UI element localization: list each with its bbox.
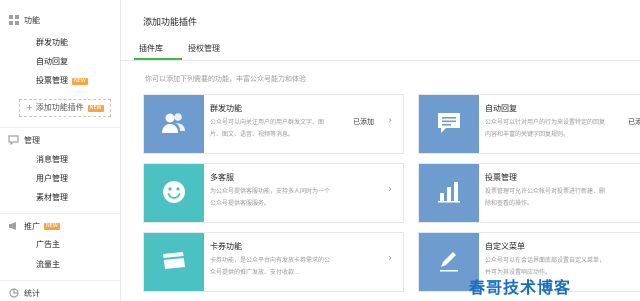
new-badge: NEW <box>44 222 60 230</box>
sidebar-section-management: 管理 <box>8 133 40 147</box>
tab-authorization[interactable]: 授权管理 <box>188 43 220 54</box>
card-icon <box>161 251 187 273</box>
tab-bar: 插件库 授权管理 <box>121 38 640 61</box>
active-tab-indicator <box>134 58 182 60</box>
sidebar-section-statistics: 统计 <box>8 286 40 300</box>
plugin-status: 已添加 <box>353 118 374 126</box>
plugin-card-customer-service[interactable]: 多客服 为公众号提供客服功能，支持多人同时为一个公众号提供客服服务。 › <box>143 163 404 223</box>
plugin-icon-bg <box>144 95 204 153</box>
page-title: 添加功能插件 <box>143 18 198 28</box>
sidebar-divider <box>0 127 121 128</box>
chevron-right-icon: › <box>388 253 392 264</box>
sidebar-divider <box>0 213 121 214</box>
users-icon <box>161 112 187 136</box>
main-content: 添加功能插件 插件库 授权管理 你可以添加下列需要的功能，丰富公众号能力和体验 … <box>121 0 640 301</box>
sidebar-item-materials[interactable]: 素材管理 <box>36 191 68 205</box>
plugin-status: 已添加 <box>628 118 640 126</box>
plugin-desc: 卡券功能，是公众平台向有发放卡券需求的公众号提供的推广发放、支付收款… <box>210 257 331 276</box>
chevron-right-icon: › <box>388 115 392 126</box>
blog-watermark: 春哥技术博客 <box>469 278 572 297</box>
sidebar-item-messages[interactable]: 消息管理 <box>36 153 68 167</box>
grid-icon <box>8 15 19 26</box>
plugin-card-vote-management[interactable]: 投票管理 投票管理可允许公众帐号对投票进行新建、删除和查看的操作。 <box>418 163 640 223</box>
message-icon <box>437 112 461 136</box>
sidebar-item-users[interactable]: 用户管理 <box>36 172 68 186</box>
plugin-title: 自定义菜单 <box>485 242 525 251</box>
plugin-icon-bg <box>144 233 204 291</box>
plugin-icon-bg <box>144 164 204 222</box>
plugin-desc: 公众号可以针对用户的行为来设置特定的回复内容和丰富的关键字回复规则。 <box>485 119 606 138</box>
sidebar-item-label: 投票管理 <box>36 76 68 85</box>
plugin-title: 群发功能 <box>210 104 242 113</box>
pencil-icon <box>437 249 461 275</box>
plugin-desc: 公众号可以向关注用户的用户群发文字、图片、图文、语音、视频等消息。 <box>210 119 325 138</box>
new-badge: NEW <box>72 78 88 85</box>
plugin-desc: 投票管理可允许公众帐号对投票进行新建、删除和查看的操作。 <box>485 188 606 207</box>
plugin-title: 多客服 <box>210 173 234 182</box>
plugin-title: 自动回复 <box>485 104 517 113</box>
new-badge: NEW <box>87 105 104 112</box>
plugin-card-coupon[interactable]: 卡券功能 卡券功能，是公众平台向有发放卡券需求的公众号提供的推广发放、支付收款…… <box>143 232 404 292</box>
add-plugin-label: 添加功能插件 <box>35 103 84 112</box>
sidebar-item-advertiser[interactable]: 广告主 <box>36 238 60 252</box>
sidebar-section-title: 统计 <box>24 288 40 298</box>
chat-bubble-icon <box>8 135 19 146</box>
chevron-right-icon: › <box>388 184 392 195</box>
add-plugin-button[interactable]: + 添加功能插件 NEW <box>19 99 111 117</box>
tab-plugin-library[interactable]: 插件库 <box>139 43 163 54</box>
plugin-description: 你可以添加下列需要的功能，丰富公众号能力和体验 <box>145 75 306 83</box>
sidebar-section-title: 功能 <box>24 15 40 25</box>
plugin-desc: 为公众号提供客服功能，支持多人同时为一个公众号提供客服服务。 <box>210 188 331 207</box>
smile-icon <box>161 179 187 207</box>
sidebar-section-title: 推广 <box>24 221 40 231</box>
plugin-card-mass-send[interactable]: 群发功能 公众号可以向关注用户的用户群发文字、图片、图文、语音、视频等消息。 已… <box>143 94 404 154</box>
sidebar-item-auto-reply[interactable]: 自动回复 <box>36 55 68 69</box>
plugin-card-auto-reply[interactable]: 自动回复 公众号可以针对用户的行为来设置特定的回复内容和丰富的关键字回复规则。 … <box>418 94 640 154</box>
chart-icon <box>8 288 19 299</box>
plugin-icon-bg <box>419 95 479 153</box>
bar-chart-icon <box>437 181 461 205</box>
megaphone-icon <box>8 221 19 232</box>
sidebar-item-mass-send[interactable]: 群发功能 <box>36 36 68 50</box>
sidebar-section-promotion: 推广 NEW <box>8 219 60 233</box>
plugin-icon-bg <box>419 164 479 222</box>
sidebar-item-publisher[interactable]: 流量主 <box>36 258 60 272</box>
sidebar: 功能 群发功能 自动回复 投票管理 NEW + 添加功能插件 NEW 管理 消息管理 … <box>0 0 121 301</box>
sidebar-divider <box>0 280 121 281</box>
plus-icon: + <box>26 103 33 112</box>
sidebar-item-vote-management[interactable]: 投票管理 NEW <box>36 74 88 88</box>
plugin-title: 卡券功能 <box>210 242 242 251</box>
sidebar-section-title: 管理 <box>24 135 40 145</box>
sidebar-section-features: 功能 <box>8 13 40 27</box>
plugin-title: 投票管理 <box>485 173 517 182</box>
